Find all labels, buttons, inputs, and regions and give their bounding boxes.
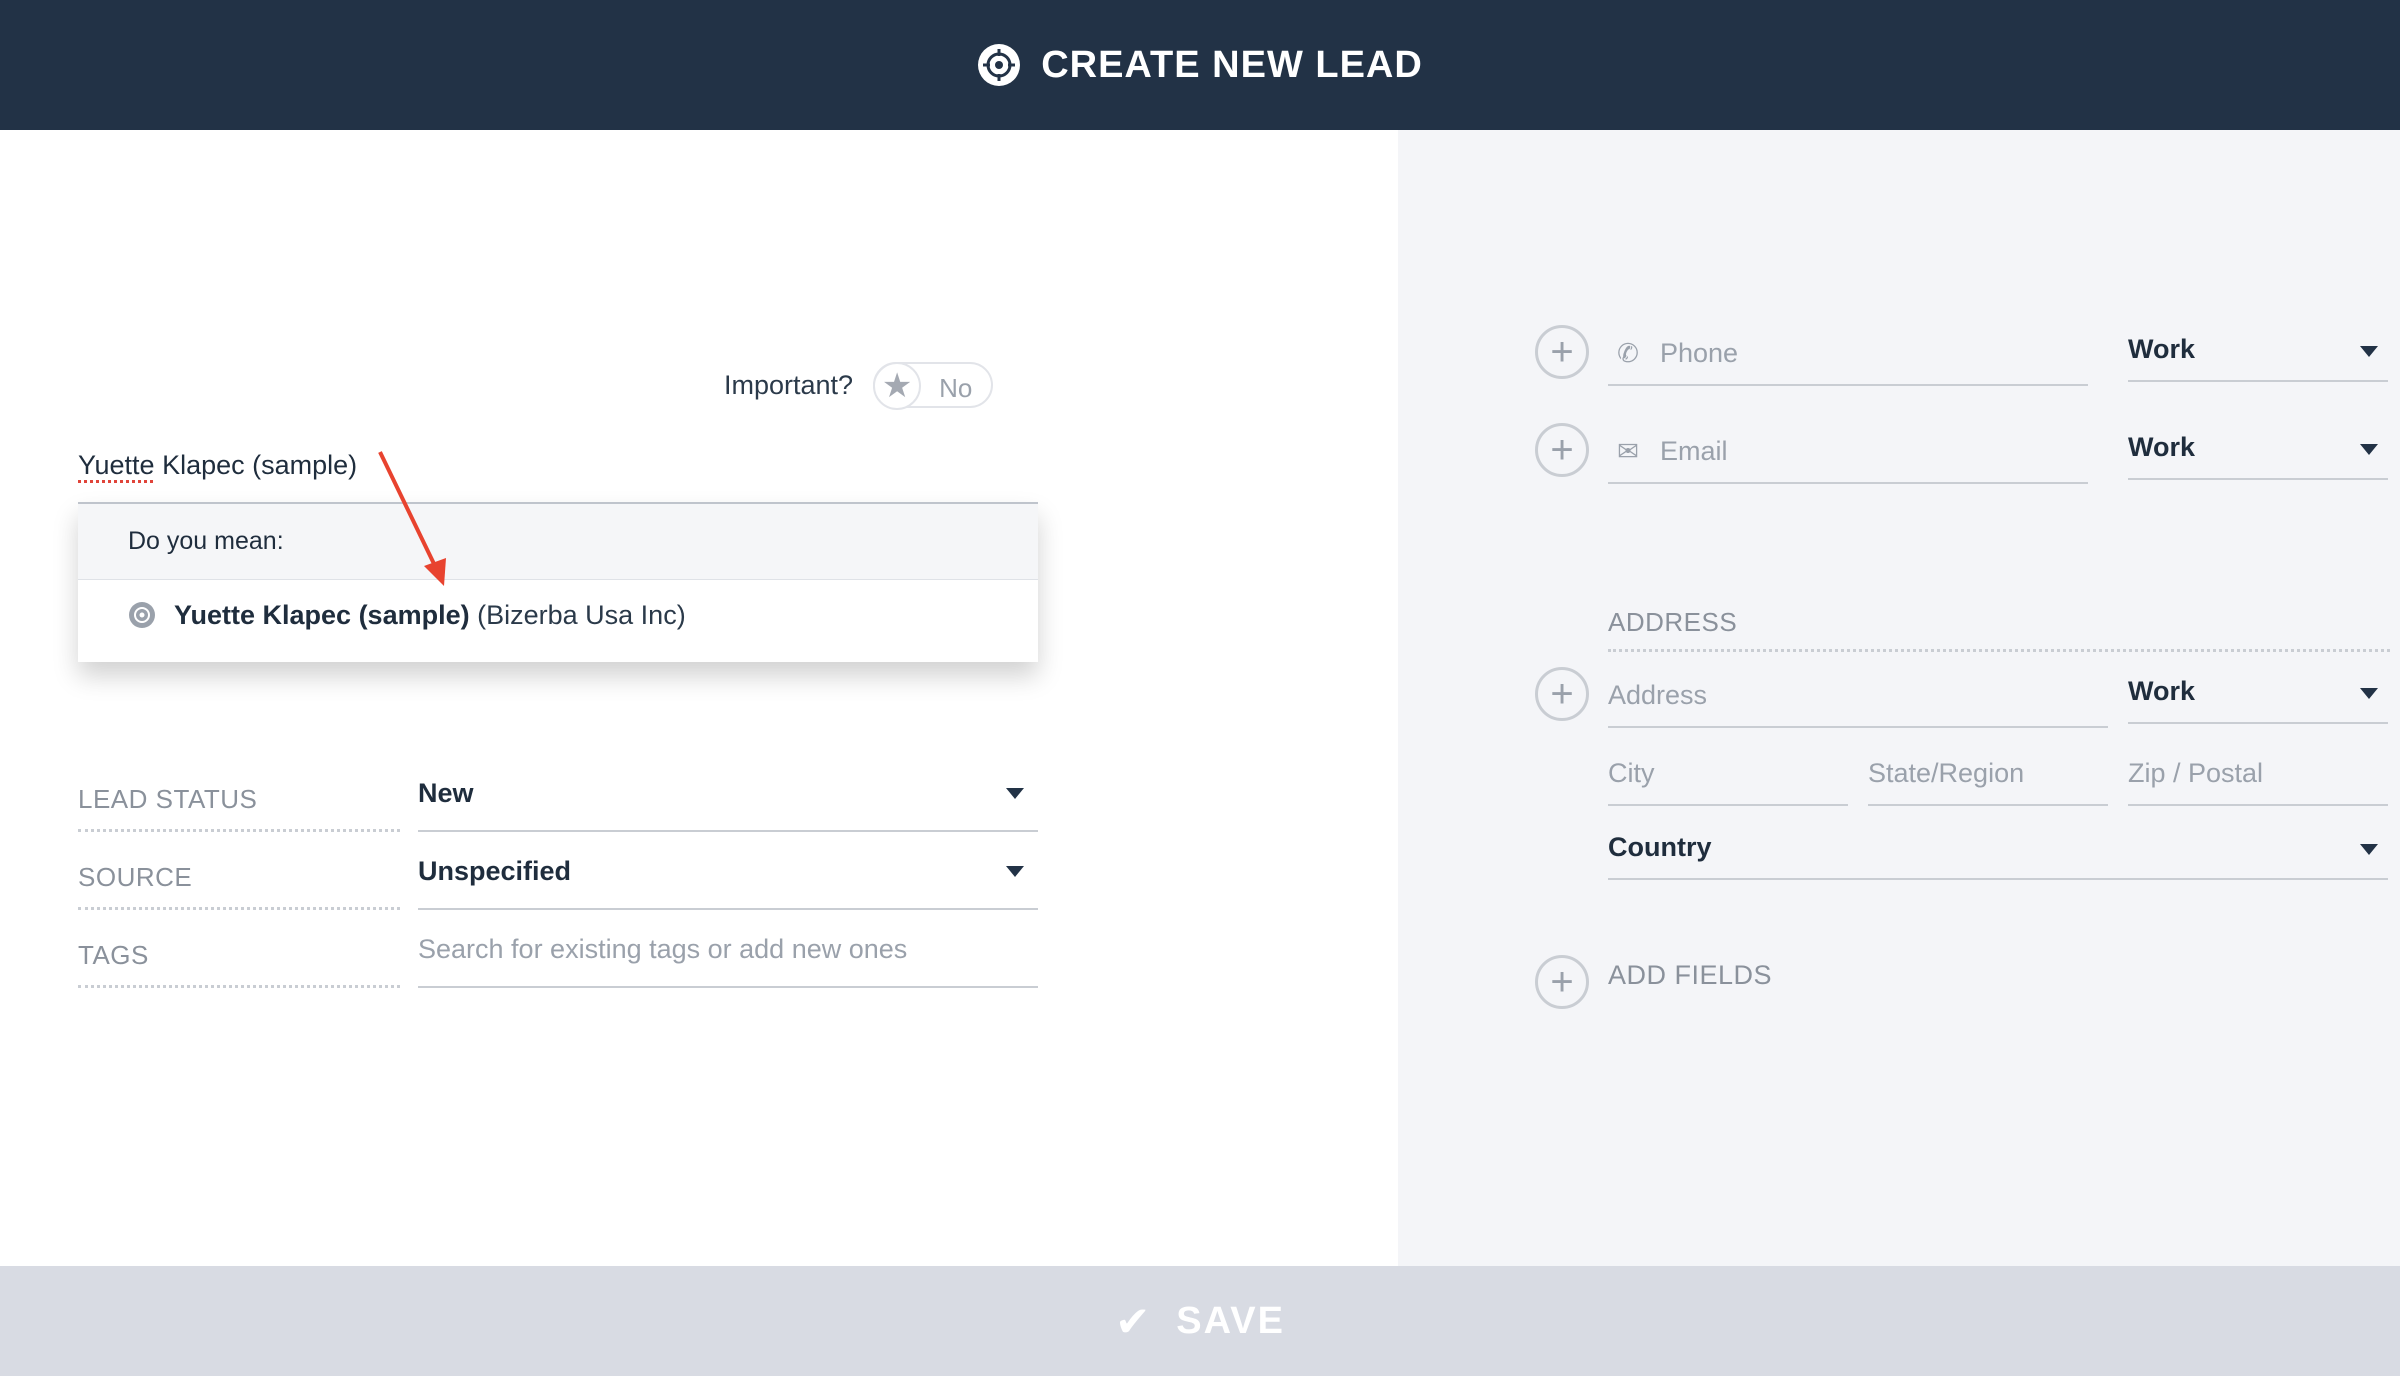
address-section-title: ADDRESS <box>1608 596 2390 652</box>
add-fields-button[interactable]: + <box>1535 955 1589 1009</box>
chevron-down-icon <box>1006 788 1024 799</box>
email-input[interactable]: ✉ Email <box>1608 420 2088 484</box>
phone-icon: ✆ <box>1617 337 1639 368</box>
important-value: No <box>939 373 973 403</box>
lead-status-label: LEAD STATUS <box>78 756 400 832</box>
header-title-wrap: CREATE NEW LEAD <box>977 43 1423 87</box>
suggestion-heading: Do you mean: <box>78 504 1038 580</box>
star-icon: ★ <box>873 362 922 410</box>
email-type-select[interactable]: Work <box>2128 416 2388 480</box>
phone-placeholder: Phone <box>1660 337 1739 368</box>
duplicate-suggestion-dropdown: Do you mean: Yuette Klapec (sample) (Biz… <box>78 502 1038 662</box>
check-icon: ✔ <box>1115 1297 1151 1345</box>
save-bar[interactable]: ✔ SAVE <box>0 1266 2400 1376</box>
envelope-icon: ✉ <box>1617 435 1639 466</box>
email-placeholder: Email <box>1660 435 1728 466</box>
phone-type-select[interactable]: Work <box>2128 318 2388 382</box>
add-email-button[interactable]: + <box>1535 423 1589 477</box>
state-input[interactable]: State/Region <box>1868 742 2108 806</box>
lead-status-row: LEAD STATUS New <box>78 756 1038 832</box>
important-toggle[interactable]: ★ No <box>873 362 994 410</box>
lead-status-value: New <box>418 777 474 808</box>
source-value: Unspecified <box>418 855 572 886</box>
chevron-down-icon <box>1006 866 1024 877</box>
save-button-label: SAVE <box>1176 1299 1285 1342</box>
address-placeholder: Address <box>1608 679 1708 710</box>
chevron-down-icon <box>2360 688 2378 699</box>
city-input[interactable]: City <box>1608 742 1848 806</box>
important-label: Important? <box>724 369 854 400</box>
annotation-arrow <box>378 451 446 586</box>
phone-type-value: Work <box>2128 333 2196 364</box>
page-title: CREATE NEW LEAD <box>1041 43 1423 86</box>
city-placeholder: City <box>1608 757 1655 788</box>
zip-placeholder: Zip / Postal <box>2128 757 2264 788</box>
add-phone-button[interactable]: + <box>1535 325 1589 379</box>
suggestion-item-name: Yuette Klapec (sample) <box>174 599 470 630</box>
email-type-value: Work <box>2128 431 2196 462</box>
phone-input[interactable]: ✆ Phone <box>1608 322 2088 386</box>
country-select[interactable]: Country <box>1608 816 2388 880</box>
source-select[interactable]: Unspecified <box>418 834 1038 910</box>
add-address-button[interactable]: + <box>1535 667 1589 721</box>
page-header: CREATE NEW LEAD <box>0 0 2400 130</box>
state-placeholder: State/Region <box>1868 757 2025 788</box>
lead-status-select[interactable]: New <box>418 756 1038 832</box>
lead-name-input[interactable]: Yuette Klapec (sample) <box>78 450 1038 502</box>
target-icon <box>129 602 155 628</box>
tags-label: TAGS <box>78 912 400 988</box>
suggestion-item-company: (Bizerba Usa Inc) <box>477 599 686 630</box>
lead-name-rest: Klapec (sample) <box>162 450 358 480</box>
zip-input[interactable]: Zip / Postal <box>2128 742 2388 806</box>
target-icon <box>978 44 1021 86</box>
country-value: Country <box>1608 831 1712 862</box>
lead-name-first: Yuette <box>78 450 155 480</box>
address-input[interactable]: Address <box>1608 664 2108 728</box>
important-row: Important? ★ No <box>724 362 994 410</box>
address-type-select[interactable]: Work <box>2128 660 2388 724</box>
add-fields-label[interactable]: ADD FIELDS <box>1608 960 1772 991</box>
tags-placeholder: Search for existing tags or add new ones <box>418 933 908 964</box>
chevron-down-icon <box>2360 844 2378 855</box>
tags-input[interactable]: Search for existing tags or add new ones <box>418 912 1038 988</box>
suggestion-item[interactable]: Yuette Klapec (sample) (Bizerba Usa Inc) <box>78 580 1038 650</box>
chevron-down-icon <box>2360 346 2378 357</box>
address-type-value: Work <box>2128 675 2196 706</box>
tags-row: TAGS Search for existing tags or add new… <box>78 912 1038 988</box>
source-row: SOURCE Unspecified <box>78 834 1038 910</box>
chevron-down-icon <box>2360 444 2378 455</box>
source-label: SOURCE <box>78 834 400 910</box>
